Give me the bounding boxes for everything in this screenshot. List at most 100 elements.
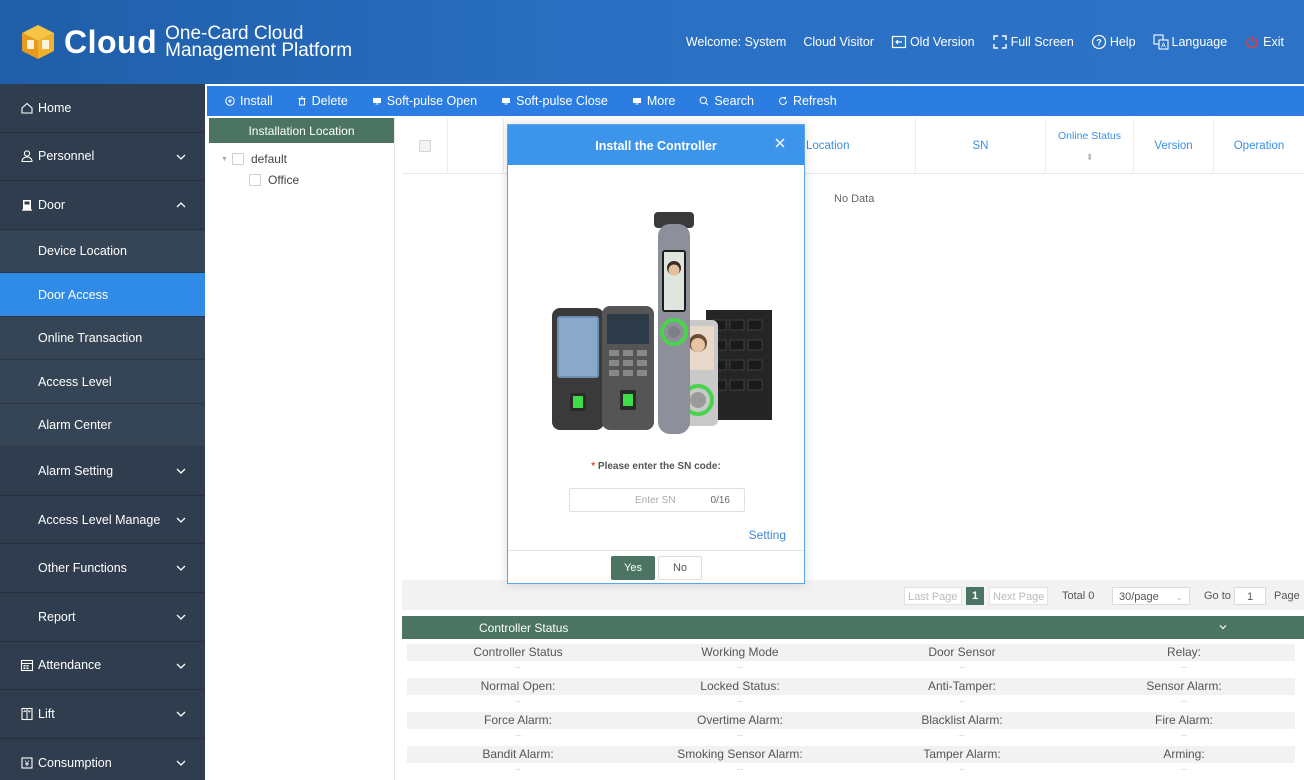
cube-logo-icon xyxy=(22,25,54,59)
page-size-select[interactable]: 30/page ⌄ xyxy=(1112,587,1190,605)
sidebar-label-home: Home xyxy=(38,100,72,115)
help-icon: ? xyxy=(1091,34,1106,50)
sort-icon[interactable]: ⬍ xyxy=(1086,152,1094,163)
fullscreen-icon xyxy=(992,35,1007,49)
soft-pulse-open-label: Soft-pulse Open xyxy=(386,94,478,108)
chevron-down-icon xyxy=(176,711,186,718)
soft-pulse-open-button[interactable]: Soft-pulse Open xyxy=(372,94,477,108)
status-value: -- xyxy=(737,696,743,706)
goto-page-input[interactable]: 1 xyxy=(1234,587,1266,605)
wallet-icon: ¥ xyxy=(21,757,33,769)
chevron-down-icon[interactable] xyxy=(1218,622,1228,632)
no-button[interactable]: No xyxy=(658,556,702,580)
refresh-button[interactable]: Refresh xyxy=(778,94,837,108)
chevron-down-icon: ⌄ xyxy=(1175,592,1183,602)
switch-version-icon xyxy=(891,35,907,49)
sidebar-label-lift: Lift xyxy=(38,707,55,722)
sidebar-subitem-device-location[interactable]: Device Location xyxy=(0,229,205,274)
status-row-2: Normal Open: Locked Status: Anti-Tamper:… xyxy=(407,678,1295,695)
header-actions: Welcome: System Cloud Visitor Old Versio… xyxy=(686,34,1284,50)
status-value: -- xyxy=(959,696,965,706)
status-label: Controller Status xyxy=(473,645,563,659)
status-value: -- xyxy=(737,730,743,740)
search-label: Search xyxy=(714,94,754,108)
sidebar-subitem-access-level[interactable]: Access Level xyxy=(0,360,205,404)
action-toolbar: Install Delete Soft-pulse Open Soft-puls… xyxy=(207,86,1304,116)
sidebar-subitem-alarm-center[interactable]: Alarm Center xyxy=(0,403,205,448)
cloud-visitor-link[interactable]: Cloud Visitor xyxy=(803,35,874,49)
more-button[interactable]: More xyxy=(632,94,675,108)
setting-link[interactable]: Setting xyxy=(749,528,786,542)
status-row-3: Force Alarm: Overtime Alarm: Blacklist A… xyxy=(407,712,1295,729)
column-location[interactable]: Location xyxy=(804,118,916,174)
old-version-label: Old Version xyxy=(909,35,975,49)
sidebar-subitem-access-level-manage[interactable]: Access Level Manage xyxy=(0,496,205,545)
chevron-down-icon xyxy=(176,517,186,523)
dialog-header: Install the Controller xyxy=(508,125,804,165)
sidebar-subitem-door-access[interactable]: Door Access xyxy=(0,273,205,317)
sidebar-item-home[interactable]: Home xyxy=(0,84,205,133)
sidebar-item-consumption[interactable]: ¥ Consumption xyxy=(0,739,205,780)
status-value: -- xyxy=(959,764,965,774)
language-link[interactable]: A Language xyxy=(1152,34,1227,50)
app-root: Cloud One-Card Cloud Management Platform… xyxy=(0,0,1304,780)
controller-status-header[interactable]: Controller Status xyxy=(402,616,1304,639)
controller-status-title: Controller Status xyxy=(479,621,569,635)
sidebar-item-door[interactable]: Door xyxy=(0,181,205,230)
chevron-down-icon xyxy=(176,468,186,475)
sidebar-item-attendance[interactable]: Attendance xyxy=(0,642,205,691)
tree-checkbox-default[interactable] xyxy=(231,153,244,165)
elevator-icon xyxy=(21,707,33,721)
power-icon xyxy=(1246,36,1258,49)
sidebar-subitem-alarm-setting[interactable]: Alarm Setting xyxy=(0,447,205,496)
sn-char-counter: 0/16 xyxy=(710,495,730,506)
chevron-down-icon xyxy=(176,760,186,766)
sidebar-label-personnel: Personnel xyxy=(38,149,95,164)
column-online-status-label: Online Status xyxy=(1057,129,1122,142)
delete-button[interactable]: Delete xyxy=(297,94,348,108)
refresh-label: Refresh xyxy=(792,94,837,108)
help-link[interactable]: ? Help xyxy=(1091,34,1136,50)
select-all-cell xyxy=(402,118,448,174)
home-icon xyxy=(21,102,33,114)
install-controller-dialog: Install the Controller * Please enter th… xyxy=(507,124,805,584)
tree-node-default[interactable]: ▼ default xyxy=(207,148,394,170)
next-page-button[interactable]: Next Page xyxy=(989,587,1049,605)
column-version[interactable]: Version xyxy=(1134,118,1214,174)
controller-devices-illustration xyxy=(552,212,772,434)
door-icon xyxy=(22,199,32,211)
sidebar-subitem-report[interactable]: Report xyxy=(0,593,205,642)
status-value: -- xyxy=(959,662,965,672)
old-version-link[interactable]: Old Version xyxy=(891,34,975,50)
sidebar-item-personnel[interactable]: Personnel xyxy=(0,133,205,182)
sidebar-sublabel: Alarm Center xyxy=(38,418,112,433)
refresh-icon xyxy=(779,96,787,106)
status-value: -- xyxy=(1181,662,1187,672)
column-online-status[interactable]: Online Status ⬍ xyxy=(1046,118,1134,174)
select-all-checkbox[interactable] xyxy=(418,140,431,152)
sn-placeholder: Enter SN xyxy=(635,495,676,506)
yes-button[interactable]: Yes xyxy=(611,556,655,580)
search-button[interactable]: Search xyxy=(699,94,754,108)
column-sn[interactable]: SN xyxy=(916,118,1046,174)
total-count: Total 0 xyxy=(1062,590,1095,602)
install-button[interactable]: Install xyxy=(225,94,273,108)
more-label: More xyxy=(646,94,676,108)
tree-checkbox-office[interactable] xyxy=(249,174,261,186)
full-screen-link[interactable]: Full Screen xyxy=(992,34,1074,50)
close-icon[interactable] xyxy=(774,137,786,149)
soft-pulse-close-button[interactable]: Soft-pulse Close xyxy=(501,94,608,108)
sidebar-sublabel: Other Functions xyxy=(38,561,127,576)
svg-text:A: A xyxy=(1161,43,1166,50)
chevron-up-icon xyxy=(176,202,186,208)
sn-input[interactable]: Enter SN 0/16 xyxy=(569,488,745,512)
current-page-number[interactable]: 1 xyxy=(966,587,984,605)
sidebar-subitem-online-transaction[interactable]: Online Transaction xyxy=(0,316,205,361)
last-page-button[interactable]: Last Page xyxy=(904,587,962,605)
sidebar-item-lift[interactable]: Lift xyxy=(0,690,205,739)
sidebar-subitem-other-functions[interactable]: Other Functions xyxy=(0,544,205,594)
status-label: Relay: xyxy=(1166,645,1201,659)
status-row-1: Controller Status Working Mode Door Sens… xyxy=(407,644,1295,661)
tree-node-office[interactable]: Office xyxy=(207,169,394,191)
exit-link[interactable]: Exit xyxy=(1244,34,1284,50)
